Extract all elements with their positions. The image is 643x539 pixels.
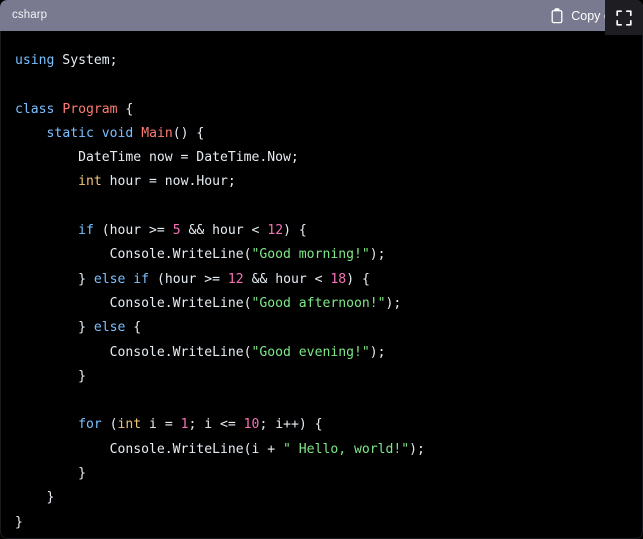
code-token: ) {: [346, 272, 370, 287]
code-token: );: [370, 247, 386, 262]
code-token: if: [78, 223, 94, 238]
code-token: hour = now.Hour;: [102, 174, 236, 189]
code-token: );: [370, 345, 386, 360]
code-token: "Good afternoon!": [252, 296, 386, 311]
source-code: using System; class Program { static voi…: [15, 49, 642, 535]
code-token: (hour >=: [149, 272, 228, 287]
code-token: i =: [141, 417, 180, 432]
code-token: 10: [244, 417, 260, 432]
code-token: }: [15, 272, 94, 287]
code-token: for: [78, 417, 102, 432]
code-token: {: [125, 320, 141, 335]
code-token: " Hello, world!": [283, 442, 409, 457]
code-token: class: [15, 102, 54, 117]
code-token: Console.WriteLine(: [15, 345, 252, 360]
code-token: [15, 126, 47, 141]
code-token: () {: [173, 126, 205, 141]
code-token: Console.WriteLine(i +: [15, 442, 283, 457]
code-token: Main: [141, 126, 173, 141]
code-token: }: [15, 369, 86, 384]
code-token: int: [78, 174, 102, 189]
code-token: [133, 126, 141, 141]
code-editor-surface[interactable]: using System; class Program { static voi…: [0, 31, 643, 539]
code-token: Program: [62, 102, 117, 117]
code-token: ; i++) {: [259, 417, 322, 432]
language-label: csharp: [12, 0, 47, 31]
code-token: }: [15, 466, 86, 481]
code-token: ) {: [283, 223, 307, 238]
code-token: );: [386, 296, 402, 311]
code-token: }: [15, 515, 23, 530]
code-token: if: [133, 272, 149, 287]
code-token: (hour >=: [94, 223, 173, 238]
code-token: 5: [173, 223, 181, 238]
code-token: else: [94, 320, 126, 335]
code-token: [15, 417, 78, 432]
code-token: );: [409, 442, 425, 457]
code-token: && hour <: [181, 223, 268, 238]
clipboard-icon: [550, 8, 564, 24]
code-token: 18: [330, 272, 346, 287]
fullscreen-toggle-button[interactable]: [605, 0, 643, 35]
code-token: ; i <=: [188, 417, 243, 432]
code-token: && hour <: [244, 272, 331, 287]
code-token: using: [15, 53, 54, 68]
code-token: }: [15, 490, 54, 505]
code-token: 12: [228, 272, 244, 287]
code-token: DateTime now = DateTime.Now;: [15, 150, 299, 165]
fullscreen-expand-icon: [615, 9, 633, 27]
code-token: static: [47, 126, 94, 141]
code-block: csharp Copy code using System; class Pro…: [0, 0, 643, 539]
code-token: [15, 174, 78, 189]
code-token: [15, 223, 78, 238]
code-token: (: [102, 417, 118, 432]
code-token: Console.WriteLine(: [15, 247, 252, 262]
code-token: void: [102, 126, 134, 141]
code-token: [94, 126, 102, 141]
code-token: "Good morning!": [252, 247, 370, 262]
code-token: else: [94, 272, 126, 287]
code-token: "Good evening!": [252, 345, 370, 360]
code-token: {: [118, 102, 134, 117]
code-token: 12: [267, 223, 283, 238]
code-token: Console.WriteLine(: [15, 296, 252, 311]
code-token: }: [15, 320, 94, 335]
code-token: int: [118, 417, 142, 432]
code-token: System;: [54, 53, 117, 68]
code-block-header: csharp Copy code: [0, 0, 643, 31]
